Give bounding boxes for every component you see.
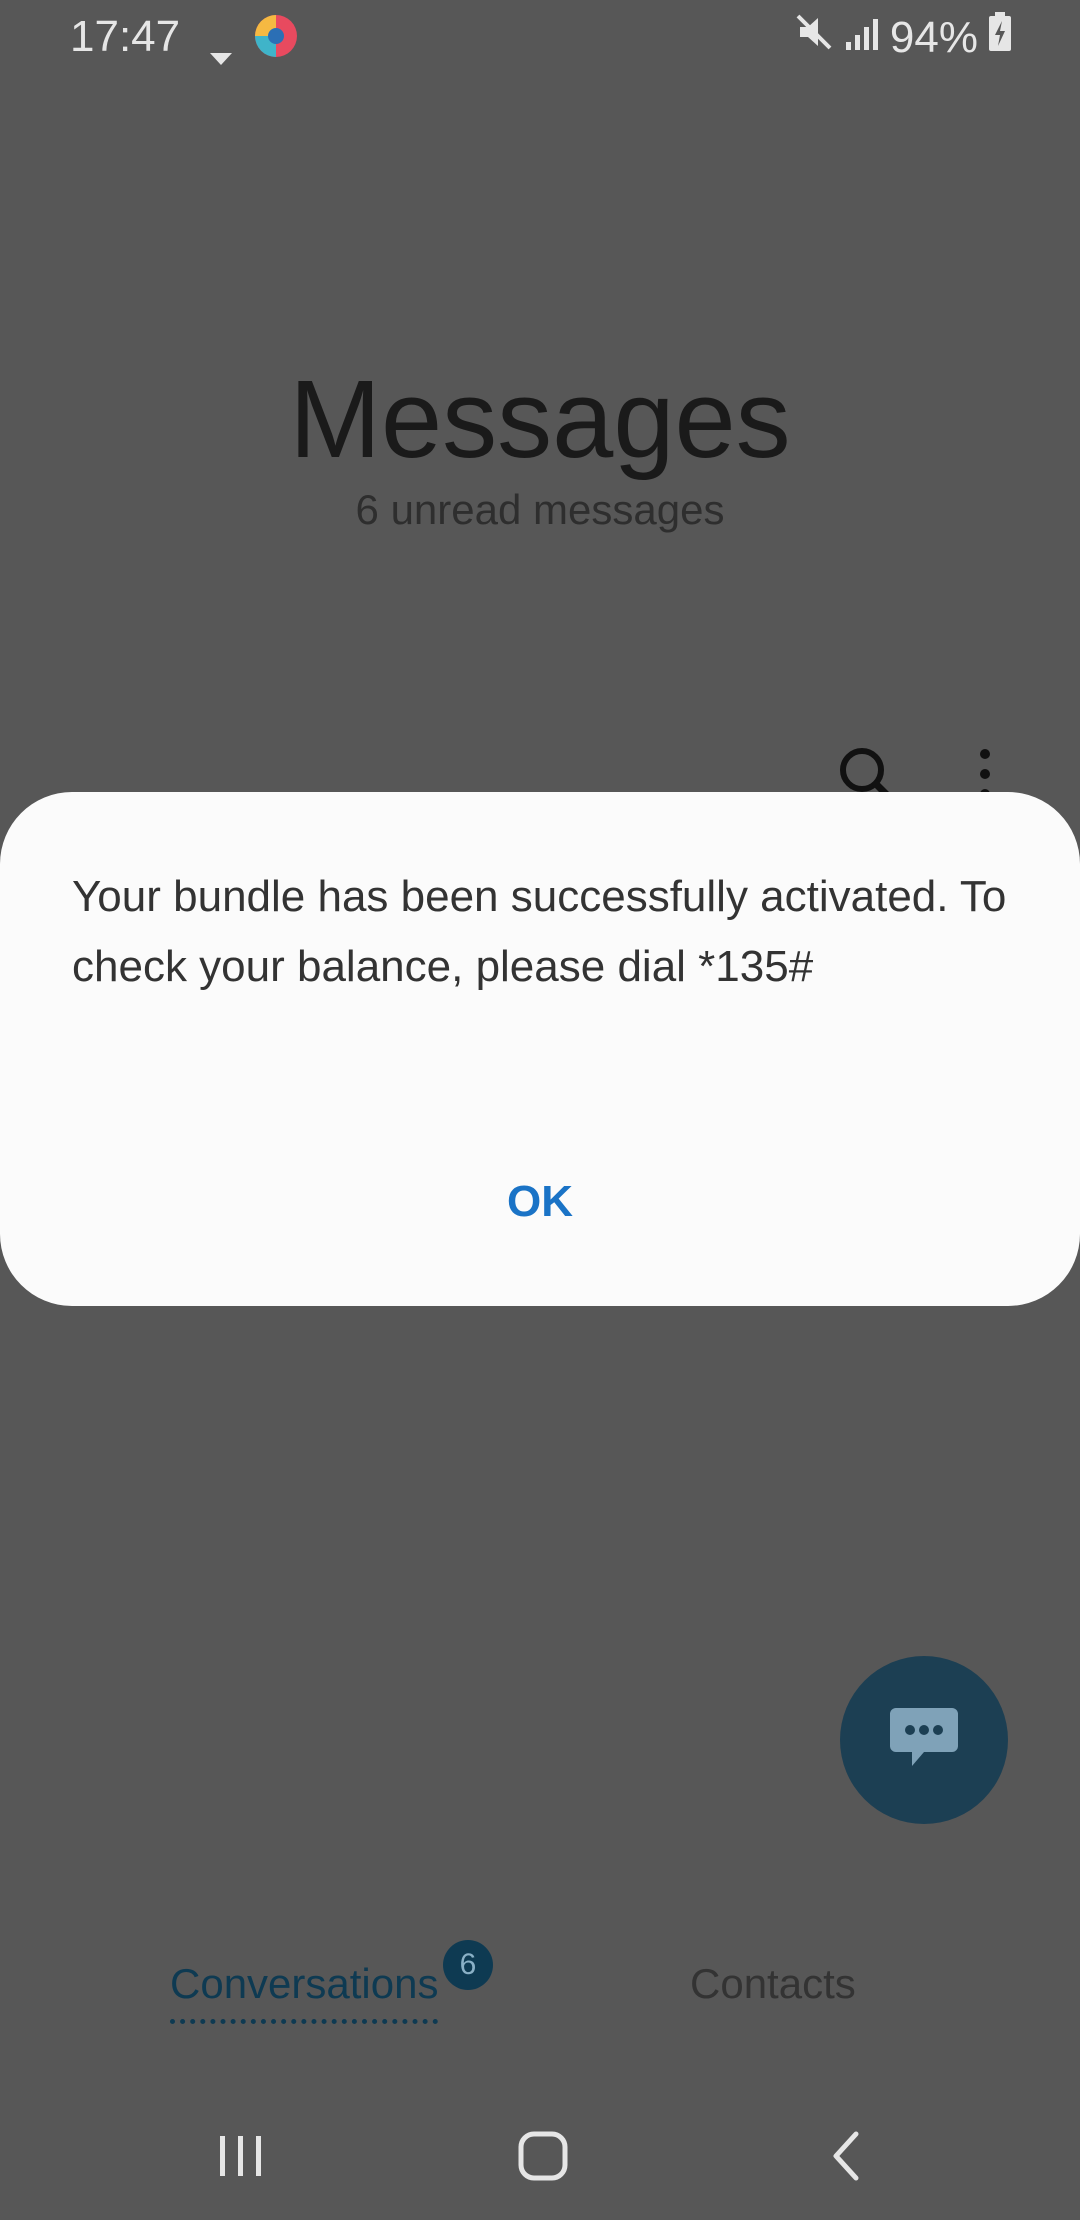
notification-arrow-icon	[210, 28, 232, 78]
back-icon[interactable]	[826, 2126, 866, 2191]
tab-conversations[interactable]: Conversations	[170, 1960, 439, 2024]
unread-badge: 6	[443, 1940, 493, 1990]
page-title: Messages	[289, 358, 791, 481]
compose-message-icon	[888, 1706, 960, 1775]
tab-contacts[interactable]: Contacts	[690, 1960, 856, 2008]
ok-button[interactable]: OK	[440, 1152, 640, 1252]
battery-charging-icon	[988, 12, 1012, 63]
navigation-bar	[0, 2100, 1080, 2220]
status-right-group: 94%	[794, 12, 1012, 63]
home-icon[interactable]	[518, 2126, 568, 2191]
battery-percentage: 94%	[889, 12, 978, 62]
browser-app-icon	[254, 14, 298, 58]
tab-active-indicator	[170, 2019, 439, 2024]
signal-icon	[844, 13, 880, 63]
compose-message-button[interactable]	[840, 1656, 1008, 1824]
recents-icon[interactable]	[216, 2126, 266, 2191]
mute-icon	[794, 12, 834, 63]
bundle-activated-dialog: Your bundle has been successfully activa…	[0, 792, 1080, 1306]
dialog-message: Your bundle has been successfully activa…	[72, 872, 1007, 991]
unread-count-subtitle: 6 unread messages	[355, 486, 725, 533]
bottom-tabs: Conversations 6 Contacts	[0, 1940, 1080, 2050]
status-time: 17:47	[70, 12, 181, 61]
messages-header: Messages 6 unread messages	[0, 360, 1080, 534]
status-bar: 17:47 94%	[0, 0, 1080, 74]
tab-conversations-label: Conversations	[170, 1960, 439, 2007]
